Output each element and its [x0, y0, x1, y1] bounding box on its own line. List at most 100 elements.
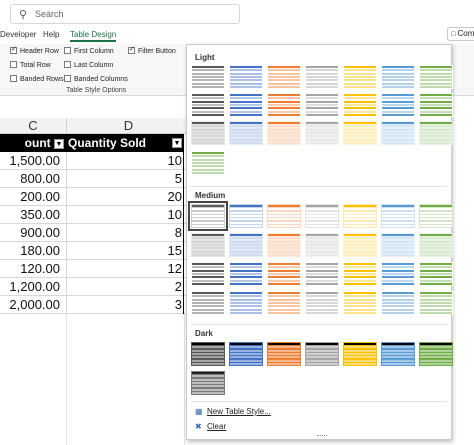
filter-button-checkbox[interactable] — [128, 45, 135, 54]
table-row[interactable]: 1,500.00 10 — [0, 152, 190, 170]
table-style-swatch[interactable] — [188, 201, 228, 231]
filter-button-option[interactable]: Filter Button — [128, 45, 176, 55]
table-style-swatch[interactable] — [381, 342, 415, 366]
table-style-swatch[interactable] — [191, 93, 225, 117]
table-style-swatch[interactable] — [191, 291, 225, 315]
table-style-swatch[interactable] — [229, 93, 263, 117]
table-style-swatch[interactable] — [419, 262, 453, 286]
quantity-cell[interactable]: 10 — [68, 206, 182, 224]
table-style-swatch[interactable] — [229, 233, 263, 257]
amount-cell[interactable]: 1,500.00 — [0, 152, 60, 170]
quantity-cell[interactable]: 8 — [68, 224, 182, 242]
amount-cell[interactable]: 200.00 — [0, 188, 60, 206]
tab-developer[interactable]: Developer — [0, 30, 36, 39]
table-style-swatch[interactable] — [191, 262, 225, 286]
table-style-swatch[interactable] — [267, 204, 301, 228]
table-row[interactable]: 2,000.00 3 — [0, 296, 190, 314]
quantity-cell[interactable]: 2 — [68, 278, 182, 296]
quantity-cell[interactable]: 5 — [68, 170, 182, 188]
amount-cell[interactable]: 2,000.00 — [0, 296, 60, 314]
table-style-swatch[interactable] — [419, 93, 453, 117]
table-style-swatch[interactable] — [305, 204, 339, 228]
table-style-swatch[interactable] — [381, 204, 415, 228]
table-style-swatch[interactable] — [381, 291, 415, 315]
last-column-checkbox[interactable] — [64, 61, 71, 68]
banded-columns-option[interactable]: Banded Columns — [64, 75, 128, 83]
table-style-swatch[interactable] — [381, 65, 415, 89]
amount-cell[interactable]: 350.00 — [0, 206, 60, 224]
table-style-swatch[interactable] — [343, 233, 377, 257]
table-style-swatch[interactable] — [305, 262, 339, 286]
table-style-swatch[interactable] — [343, 262, 377, 286]
table-style-swatch[interactable] — [267, 93, 301, 117]
table-style-swatch[interactable] — [305, 291, 339, 315]
filter-dropdown-icon[interactable]: ▼ — [54, 139, 64, 149]
table-style-swatch[interactable] — [305, 233, 339, 257]
table-style-swatch[interactable] — [267, 121, 301, 145]
table-style-swatch[interactable] — [343, 204, 377, 228]
table-row[interactable]: 1,200.00 2 — [0, 278, 190, 296]
table-row[interactable]: 120.00 12 — [0, 260, 190, 278]
column-header-d[interactable]: D — [66, 118, 190, 134]
banded-rows-option[interactable]: Banded Rows — [10, 75, 64, 83]
table-style-swatch[interactable] — [267, 233, 301, 257]
table-style-swatch[interactable] — [267, 262, 301, 286]
table-style-swatch[interactable] — [229, 204, 263, 228]
table-style-swatch[interactable] — [191, 342, 225, 366]
table-style-swatch[interactable] — [267, 342, 301, 366]
table-style-swatch[interactable] — [191, 233, 225, 257]
table-style-swatch[interactable] — [419, 65, 453, 89]
table-style-swatch[interactable] — [419, 342, 453, 366]
quantity-cell[interactable]: 15 — [68, 242, 182, 260]
quantity-cell[interactable]: 10 — [68, 152, 182, 170]
comments-button[interactable]: □ Com — [447, 27, 474, 41]
table-style-swatch[interactable] — [229, 65, 263, 89]
table-style-swatch[interactable] — [343, 291, 377, 315]
clear-command[interactable]: ✖ Clear — [195, 422, 226, 431]
amount-cell[interactable]: 120.00 — [0, 260, 60, 278]
table-style-swatch[interactable] — [191, 151, 225, 175]
filter-dropdown-icon[interactable]: ▼ — [172, 138, 182, 148]
table-style-swatch[interactable] — [305, 121, 339, 145]
total-row-checkbox[interactable] — [10, 61, 17, 68]
table-style-swatch[interactable] — [305, 342, 339, 366]
first-column-checkbox[interactable] — [64, 47, 71, 54]
resize-grip-icon[interactable] — [317, 435, 327, 438]
table-style-swatch[interactable] — [419, 121, 453, 145]
column-header-c[interactable]: C — [0, 118, 66, 134]
last-column-option[interactable]: Last Column — [64, 61, 113, 69]
header-row-checkbox[interactable] — [10, 45, 17, 54]
table-style-swatch[interactable] — [419, 233, 453, 257]
table-style-swatch[interactable] — [191, 121, 225, 145]
header-cell-amount[interactable]: ount ▼ — [0, 134, 66, 152]
table-style-swatch[interactable] — [267, 65, 301, 89]
table-style-swatch[interactable] — [229, 342, 263, 366]
table-row[interactable]: 180.00 15 — [0, 242, 190, 260]
table-style-swatch[interactable] — [267, 291, 301, 315]
table-style-swatch[interactable] — [191, 371, 225, 395]
table-style-swatch[interactable] — [381, 233, 415, 257]
search-box[interactable]: ⚲ Search — [10, 4, 240, 24]
table-style-swatch[interactable] — [229, 121, 263, 145]
banded-columns-checkbox[interactable] — [64, 75, 71, 82]
amount-cell[interactable]: 800.00 — [0, 170, 60, 188]
table-style-swatch[interactable] — [229, 291, 263, 315]
table-style-swatch[interactable] — [343, 93, 377, 117]
quantity-cell[interactable]: 20 — [68, 188, 182, 206]
amount-cell[interactable]: 1,200.00 — [0, 278, 60, 296]
table-style-swatch[interactable] — [381, 262, 415, 286]
table-row[interactable]: 350.00 10 — [0, 206, 190, 224]
amount-cell[interactable]: 900.00 — [0, 224, 60, 242]
table-style-swatch[interactable] — [229, 262, 263, 286]
table-style-swatch[interactable] — [305, 93, 339, 117]
table-row[interactable]: 900.00 8 — [0, 224, 190, 242]
table-style-swatch[interactable] — [381, 93, 415, 117]
table-style-swatch[interactable] — [343, 342, 377, 366]
header-row-option[interactable]: Header Row — [10, 45, 59, 55]
table-style-swatch[interactable] — [343, 65, 377, 89]
amount-cell[interactable]: 180.00 — [0, 242, 60, 260]
table-style-swatch[interactable] — [419, 204, 453, 228]
banded-rows-checkbox[interactable] — [10, 75, 17, 82]
table-style-swatch[interactable] — [343, 121, 377, 145]
worksheet[interactable]: C D ount ▼ Quantity Sold ▼ 1,500.00 10 800… — [0, 118, 190, 445]
